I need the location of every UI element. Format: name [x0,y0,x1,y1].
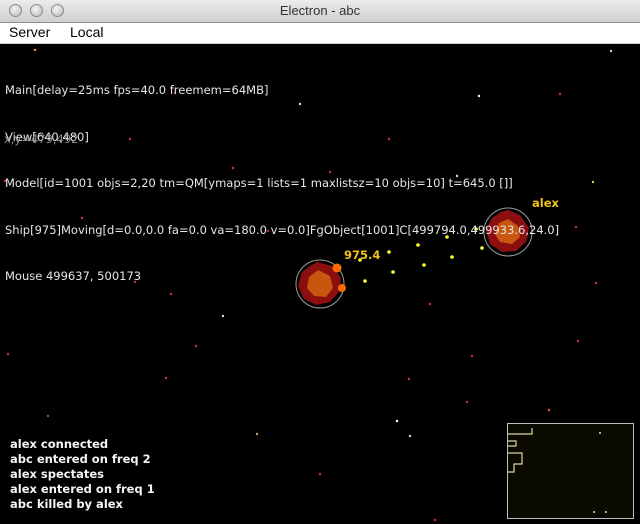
hud-model-line: Model[id=1001 objs=2,20 tm=QM[ymaps=1 li… [5,176,513,190]
star [255,432,259,436]
star [465,400,469,404]
hud-view-line: View[640,480] [5,129,89,144]
window-titlebar: Electron - abc [0,0,640,23]
chat-message: alex connected [10,437,109,451]
star [46,414,50,418]
debug-hud: Main[delay=25ms fps=40.0 freemem=64MB] V… [5,52,559,316]
player-distance-label: 975.4 [344,248,381,262]
chat-message: abc killed by alex [10,497,123,511]
window-title: Electron - abc [279,3,361,18]
minimap[interactable] [507,423,634,519]
hud-ship-line: Ship[975]Moving[d=0.0,0.0 fa=0.0 va=180.… [5,222,560,237]
game-viewport[interactable]: Main[delay=25ms fps=40.0 freemem=64MB] V… [0,44,640,524]
chat-log: alex connected abc entered on freq 2 ale… [10,437,155,512]
cursor-coordinates: x,y=479,492 [4,132,79,146]
hud-main-line: Main[delay=25ms fps=40.0 freemem=64MB] [5,83,269,97]
minimap-wall [508,452,523,473]
chat-message: abc entered on freq 2 [10,452,151,466]
star [576,339,580,343]
minimap-dot [605,511,607,513]
star [318,472,322,476]
minimap-wall [508,440,517,447]
star [558,92,562,96]
star [408,434,412,438]
star [407,377,411,381]
star [470,354,474,358]
minimap-dot [599,432,601,434]
star [591,180,595,184]
star [395,419,399,423]
star [609,49,613,53]
star [433,518,437,522]
star [574,225,578,229]
minimap-dot [593,511,595,513]
chat-message: alex spectates [10,467,105,481]
menu-bar: Server Local [0,23,640,44]
hud-mouse-line: Mouse 499637, 500173 [5,269,142,283]
minimap-graphic [508,428,607,513]
star [594,281,598,285]
star [194,344,198,348]
star [6,352,10,356]
star [547,408,551,412]
enemy-name-label: alex [532,196,559,210]
menu-local[interactable]: Local [70,24,103,40]
menu-server[interactable]: Server [9,24,50,40]
chat-message: alex entered on freq 1 [10,482,155,496]
star [33,48,37,52]
star [164,376,168,380]
minimap-wall [508,428,533,435]
